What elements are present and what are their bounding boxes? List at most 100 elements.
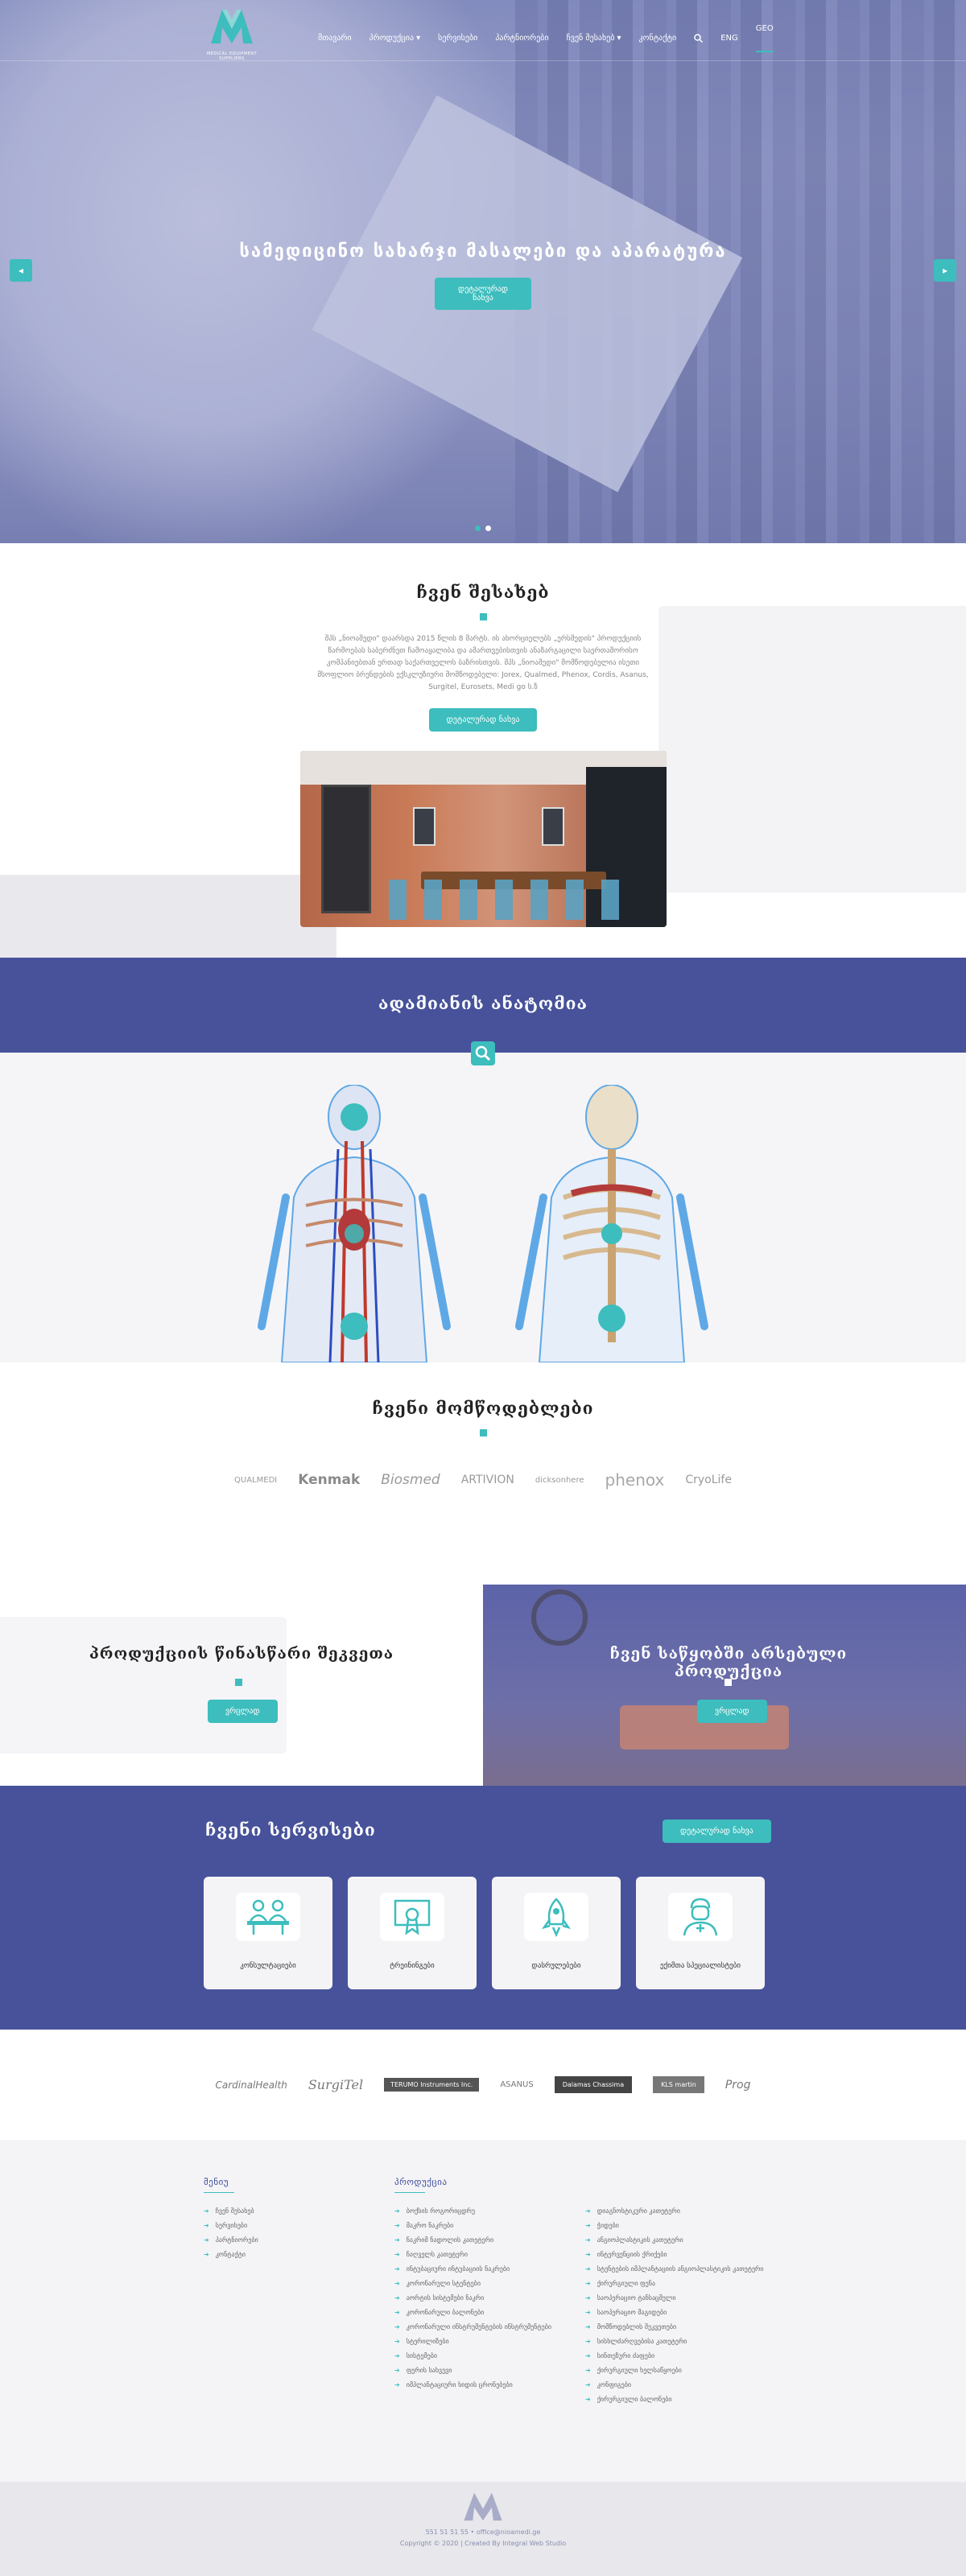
footer-product-label: სტერილიზები: [406, 2338, 449, 2345]
arrow-right-icon: ➔: [585, 2236, 591, 2244]
menu-item-home[interactable]: მთავარი: [318, 24, 352, 52]
footer-product-link[interactable]: ➔ სტენტების იმპლანტაციის ანგიოპლასტიკის კ…: [585, 2265, 764, 2273]
arrow-right-icon: ➔: [204, 2236, 209, 2244]
search-button[interactable]: [694, 24, 704, 52]
footer-product-link[interactable]: ➔ იმპლანტაციური ხიდის ცრონებები: [394, 2381, 551, 2388]
footer-product-link[interactable]: ➔ სტერილიზები: [394, 2338, 551, 2345]
anatomy-header: ადამიანის ანატომია: [0, 958, 966, 1065]
slider-next-button[interactable]: ▸: [934, 259, 956, 282]
rocket-icon: [541, 1898, 572, 1937]
partner-logo[interactable]: ASANUS: [500, 2080, 533, 2089]
service-card-delivery[interactable]: დასრულებები: [492, 1877, 621, 1989]
supplier-logo[interactable]: CryoLife: [685, 1473, 732, 1486]
supplier-logo[interactable]: QUALMEDI: [234, 1476, 277, 1485]
footer-link[interactable]: ➔ პარტნიორები: [204, 2236, 258, 2244]
footer-product-link[interactable]: ➔ ბოქსის როგორიცდრუ: [394, 2207, 551, 2215]
footer-product-link[interactable]: ➔ კორონარული ბალონები: [394, 2309, 551, 2316]
footer-product-link[interactable]: ➔ ჭიდები: [585, 2222, 764, 2229]
chevron-left-icon: ◂: [18, 265, 24, 276]
footer-product-link[interactable]: ➔ საოპერაციო მაგიდები: [585, 2309, 764, 2316]
stock-more-button[interactable]: ვრცლად: [697, 1700, 767, 1723]
service-card-specialists[interactable]: ექიმთა სპეციალისტები: [636, 1877, 765, 1989]
menu-item-contact[interactable]: კონტაქტი: [639, 24, 677, 52]
footer-menu-column: მენიუ ➔ ჩვენ შესახებ ➔ სერვისები ➔ პარტნიორ…: [204, 2177, 258, 2265]
lang-geo[interactable]: GEO: [755, 24, 774, 52]
preorder-more-button[interactable]: ვრცლად: [208, 1700, 278, 1723]
footer-product-link[interactable]: ➔ საოპერაციო ტანსაცმელი: [585, 2294, 764, 2302]
services-details-button[interactable]: დეტალურად ნახვა: [663, 1820, 771, 1843]
supplier-logo[interactable]: ARTIVION: [461, 1473, 514, 1486]
menu-item-partners[interactable]: პარტნიორები: [495, 24, 548, 52]
footer-product-link[interactable]: ➔ სისტემები: [394, 2352, 551, 2360]
footer-product-link[interactable]: ➔ სისხლძარღვებისა კათეტერი: [585, 2338, 764, 2345]
preorder-title: პროდუქციის წინასწარი შეკვეთა: [89, 1645, 394, 1663]
supplier-logo[interactable]: dicksonhere: [535, 1476, 584, 1485]
footer-product-link[interactable]: ➔ ქირურგიული ბალონები: [585, 2396, 764, 2403]
arrow-right-icon: ➔: [204, 2222, 209, 2229]
partner-logo[interactable]: KLS martin: [653, 2076, 704, 2093]
service-cards: კონსულტაციები ტრეინინგები დასრულებები ექ…: [204, 1877, 765, 1989]
footer-logo[interactable]: [460, 2490, 506, 2522]
partner-logo[interactable]: Prog: [725, 2079, 751, 2092]
footer-product-link[interactable]: ➔ ნაკრიმ ნადოლის კათეტერი: [394, 2236, 551, 2244]
arrow-right-icon: ➔: [585, 2381, 591, 2388]
arrow-right-icon: ➔: [585, 2352, 591, 2360]
footer-product-label: ინტუბაციური ინტუბაციის ნაკრები: [406, 2265, 510, 2273]
arrow-right-icon: ➔: [394, 2280, 400, 2287]
slider-dots: [475, 526, 491, 531]
hero-details-button[interactable]: დეტალურად ნახვა: [435, 278, 531, 310]
supplier-logo[interactable]: Biosmed: [381, 1472, 440, 1488]
footer-link-label: სერვისები: [215, 2222, 248, 2229]
footer-product-link[interactable]: ➔ ნაღველს კათეტერი: [394, 2251, 551, 2258]
partner-logo[interactable]: SurgiTel: [308, 2077, 363, 2092]
top-navigation: MEDICAL EQUIPMENT SUPPLIERS მთავარი პროდ…: [0, 0, 966, 61]
services-section: ჩვენი სერვისები დეტალურად ნახვა კონსულტა…: [0, 1786, 966, 2030]
menu-label: მთავარი: [318, 34, 352, 43]
footer-product-link[interactable]: ➔ მომწოდებლის შეკვეთები: [585, 2323, 764, 2331]
footer-product-link[interactable]: ➔ აორტის სისტემები ნაკრი: [394, 2294, 551, 2302]
footer-product-link[interactable]: ➔ კორონარული სტენტები: [394, 2280, 551, 2287]
footer-product-link[interactable]: ➔ სინთეზური ძაფები: [585, 2352, 764, 2360]
menu-item-products[interactable]: პროდუქცია ▾: [369, 24, 420, 52]
anatomy-search-button[interactable]: [471, 1041, 495, 1065]
title-marker: [479, 613, 487, 620]
footer-product-label: სისტემები: [406, 2352, 438, 2360]
slider-dot-1[interactable]: [475, 526, 481, 531]
footer-product-link[interactable]: ➔ დიაგნოსტიკური კათეტერი: [585, 2207, 764, 2215]
service-card-consultation[interactable]: კონსულტაციები: [204, 1877, 332, 1989]
service-card-training[interactable]: ტრეინინგები: [348, 1877, 477, 1989]
footer-product-link[interactable]: ➔ კონფიგები: [585, 2381, 764, 2388]
slider-prev-button[interactable]: ◂: [10, 259, 32, 282]
footer-product-link[interactable]: ➔ ფერის სახვევი: [394, 2367, 551, 2374]
footer-product-link[interactable]: ➔ ანგიოპლასტიკის კათეტერი: [585, 2236, 764, 2244]
menu-item-services[interactable]: სერვისები: [438, 24, 477, 52]
partner-logo[interactable]: TERUMO Instruments Inc.: [384, 2078, 480, 2092]
footer-product-link[interactable]: ➔ ინტერვენციის ქრიქები: [585, 2251, 764, 2258]
about-title: ჩვენ შესახებ: [416, 582, 550, 602]
footer-product-link[interactable]: ➔ ინტუბაციური ინტუბაციის ნაკრები: [394, 2265, 551, 2273]
partner-logo[interactable]: CardinalHealth: [215, 2079, 287, 2091]
slider-dot-2[interactable]: [485, 526, 491, 531]
supplier-logo[interactable]: Kenmak: [298, 1472, 360, 1488]
skeletal-system-figure[interactable]: [507, 1085, 716, 1362]
footer-product-label: სტენტების იმპლანტაციის ანგიოპლასტიკის კა…: [597, 2265, 764, 2273]
footer-product-link[interactable]: ➔ ქირურგიული ფენა: [585, 2280, 764, 2287]
footer-product-link[interactable]: ➔ ქირურგიული ხელსაწყოები: [585, 2367, 764, 2374]
footer-link[interactable]: ➔ ჩვენ შესახებ: [204, 2207, 258, 2215]
logo-icon: [211, 10, 253, 43]
footer-link-label: ჩვენ შესახებ: [215, 2207, 254, 2215]
supplier-logo[interactable]: phenox: [605, 1470, 665, 1490]
lang-eng[interactable]: ENG: [720, 24, 738, 52]
footer-product-link[interactable]: ➔ მაკრო ნაკრები: [394, 2222, 551, 2229]
menu-item-about[interactable]: ჩვენ შესახებ ▾: [567, 24, 621, 52]
about-details-button[interactable]: დეტალურად ნახვა: [428, 708, 538, 732]
site-logo[interactable]: MEDICAL EQUIPMENT SUPPLIERS: [205, 5, 258, 61]
circulatory-system-figure[interactable]: [250, 1085, 459, 1362]
title-underline: [394, 2192, 425, 2193]
footer-product-link[interactable]: ➔ კორონარული ინსტრუმენტების ინსტრუმენტები: [394, 2323, 551, 2331]
about-text: შპს „ნიოამედი" დაარსდა 2015 წლის 8 მარტს…: [317, 635, 649, 691]
partner-logo[interactable]: Dalamas Chassima: [554, 2076, 633, 2093]
footer-link[interactable]: ➔ კონტაქტი: [204, 2251, 258, 2258]
footer-link[interactable]: ➔ სერვისები: [204, 2222, 258, 2229]
arrow-right-icon: ➔: [394, 2352, 400, 2360]
